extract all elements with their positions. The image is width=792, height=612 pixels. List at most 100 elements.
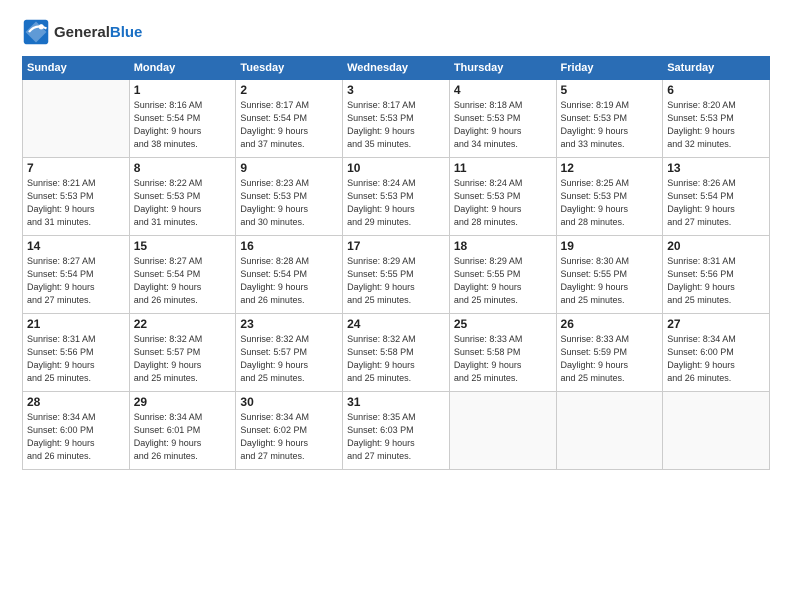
day-info: Sunrise: 8:32 AM Sunset: 5:57 PM Dayligh… [240,333,338,385]
day-number: 21 [27,317,125,331]
day-number: 20 [667,239,765,253]
day-number: 1 [134,83,232,97]
calendar-cell: 17 Sunrise: 8:29 AM Sunset: 5:55 PM Dayli… [343,236,450,314]
calendar-cell: 13 Sunrise: 8:26 AM Sunset: 5:54 PM Dayli… [663,158,770,236]
day-info: Sunrise: 8:35 AM Sunset: 6:03 PM Dayligh… [347,411,445,463]
day-number: 25 [454,317,552,331]
day-number: 18 [454,239,552,253]
calendar-cell: 23 Sunrise: 8:32 AM Sunset: 5:57 PM Dayli… [236,314,343,392]
day-number: 14 [27,239,125,253]
calendar-cell: 27 Sunrise: 8:34 AM Sunset: 6:00 PM Dayli… [663,314,770,392]
calendar-cell: 24 Sunrise: 8:32 AM Sunset: 5:58 PM Dayli… [343,314,450,392]
day-info: Sunrise: 8:25 AM Sunset: 5:53 PM Dayligh… [561,177,659,229]
day-number: 12 [561,161,659,175]
calendar-cell: 21 Sunrise: 8:31 AM Sunset: 5:56 PM Dayli… [23,314,130,392]
day-info: Sunrise: 8:31 AM Sunset: 5:56 PM Dayligh… [667,255,765,307]
calendar-cell: 2Sunrise: 8:17 AM Sunset: 5:54 PM Daylig… [236,80,343,158]
day-info: Sunrise: 8:24 AM Sunset: 5:53 PM Dayligh… [347,177,445,229]
calendar-cell [23,80,130,158]
day-info: Sunrise: 8:24 AM Sunset: 5:53 PM Dayligh… [454,177,552,229]
calendar-week-row: 7 Sunrise: 8:21 AM Sunset: 5:53 PM Daylig… [23,158,770,236]
day-info: Sunrise: 8:30 AM Sunset: 5:55 PM Dayligh… [561,255,659,307]
day-number: 30 [240,395,338,409]
calendar-cell: 30Sunrise: 8:34 AM Sunset: 6:02 PM Dayli… [236,392,343,470]
calendar-week-row: 1 Sunrise: 8:16 AM Sunset: 5:54 PM Daylig… [23,80,770,158]
day-info: Sunrise: 8:32 AM Sunset: 5:57 PM Dayligh… [134,333,232,385]
day-number: 13 [667,161,765,175]
day-number: 10 [347,161,445,175]
day-info: Sunrise: 8:23 AM Sunset: 5:53 PM Dayligh… [240,177,338,229]
header: GeneralBlue [22,18,770,46]
day-number: 27 [667,317,765,331]
day-info: Sunrise: 8:33 AM Sunset: 5:59 PM Dayligh… [561,333,659,385]
day-number: 23 [240,317,338,331]
day-info: Sunrise: 8:19 AM Sunset: 5:53 PM Dayligh… [561,99,659,151]
day-info: Sunrise: 8:22 AM Sunset: 5:53 PM Dayligh… [134,177,232,229]
calendar-cell: 14 Sunrise: 8:27 AM Sunset: 5:54 PM Dayli… [23,236,130,314]
logo-text: GeneralBlue [54,24,142,41]
calendar-cell: 1 Sunrise: 8:16 AM Sunset: 5:54 PM Daylig… [129,80,236,158]
weekday-header: Monday [129,57,236,80]
day-number: 26 [561,317,659,331]
day-info: Sunrise: 8:21 AM Sunset: 5:53 PM Dayligh… [27,177,125,229]
calendar-cell: 26 Sunrise: 8:33 AM Sunset: 5:59 PM Dayli… [556,314,663,392]
calendar-cell: 11 Sunrise: 8:24 AM Sunset: 5:53 PM Dayli… [449,158,556,236]
day-number: 31 [347,395,445,409]
day-number: 22 [134,317,232,331]
calendar-cell: 29Sunrise: 8:34 AM Sunset: 6:01 PM Dayli… [129,392,236,470]
calendar-cell: 28Sunrise: 8:34 AM Sunset: 6:00 PM Dayli… [23,392,130,470]
day-number: 8 [134,161,232,175]
day-info: Sunrise: 8:29 AM Sunset: 5:55 PM Dayligh… [347,255,445,307]
calendar-cell: 15 Sunrise: 8:27 AM Sunset: 5:54 PM Dayli… [129,236,236,314]
day-number: 2 [240,83,338,97]
day-info: Sunrise: 8:27 AM Sunset: 5:54 PM Dayligh… [134,255,232,307]
calendar-cell: 9 Sunrise: 8:23 AM Sunset: 5:53 PM Daylig… [236,158,343,236]
weekday-header: Wednesday [343,57,450,80]
day-number: 15 [134,239,232,253]
calendar-cell: 5 Sunrise: 8:19 AM Sunset: 5:53 PM Daylig… [556,80,663,158]
calendar-cell: 31 Sunrise: 8:35 AM Sunset: 6:03 PM Dayli… [343,392,450,470]
day-number: 17 [347,239,445,253]
day-number: 5 [561,83,659,97]
day-info: Sunrise: 8:26 AM Sunset: 5:54 PM Dayligh… [667,177,765,229]
weekday-header: Saturday [663,57,770,80]
day-info: Sunrise: 8:29 AM Sunset: 5:55 PM Dayligh… [454,255,552,307]
calendar-cell: 10 Sunrise: 8:24 AM Sunset: 5:53 PM Dayli… [343,158,450,236]
calendar-cell: 6Sunrise: 8:20 AM Sunset: 5:53 PM Daylig… [663,80,770,158]
day-number: 11 [454,161,552,175]
calendar-cell [556,392,663,470]
logo: GeneralBlue [22,18,142,46]
calendar-cell: 19Sunrise: 8:30 AM Sunset: 5:55 PM Dayli… [556,236,663,314]
calendar-cell: 3Sunrise: 8:17 AM Sunset: 5:53 PM Daylig… [343,80,450,158]
day-info: Sunrise: 8:31 AM Sunset: 5:56 PM Dayligh… [27,333,125,385]
day-number: 28 [27,395,125,409]
weekday-header-row: SundayMondayTuesdayWednesdayThursdayFrid… [23,57,770,80]
calendar-cell: 20 Sunrise: 8:31 AM Sunset: 5:56 PM Dayli… [663,236,770,314]
day-number: 9 [240,161,338,175]
day-number: 4 [454,83,552,97]
calendar-week-row: 21 Sunrise: 8:31 AM Sunset: 5:56 PM Dayli… [23,314,770,392]
weekday-header: Tuesday [236,57,343,80]
day-info: Sunrise: 8:34 AM Sunset: 6:00 PM Dayligh… [667,333,765,385]
day-info: Sunrise: 8:16 AM Sunset: 5:54 PM Dayligh… [134,99,232,151]
calendar-cell: 25Sunrise: 8:33 AM Sunset: 5:58 PM Dayli… [449,314,556,392]
day-number: 16 [240,239,338,253]
weekday-header: Friday [556,57,663,80]
day-info: Sunrise: 8:34 AM Sunset: 6:01 PM Dayligh… [134,411,232,463]
page: GeneralBlue SundayMondayTuesdayWednesday… [0,0,792,612]
day-info: Sunrise: 8:32 AM Sunset: 5:58 PM Dayligh… [347,333,445,385]
day-number: 24 [347,317,445,331]
calendar-cell: 8 Sunrise: 8:22 AM Sunset: 5:53 PM Daylig… [129,158,236,236]
calendar-week-row: 14 Sunrise: 8:27 AM Sunset: 5:54 PM Dayli… [23,236,770,314]
day-info: Sunrise: 8:28 AM Sunset: 5:54 PM Dayligh… [240,255,338,307]
calendar-cell [449,392,556,470]
calendar-table: SundayMondayTuesdayWednesdayThursdayFrid… [22,56,770,470]
calendar-cell: 16 Sunrise: 8:28 AM Sunset: 5:54 PM Dayli… [236,236,343,314]
logo-icon [22,18,50,46]
calendar-cell: 12 Sunrise: 8:25 AM Sunset: 5:53 PM Dayli… [556,158,663,236]
calendar-cell: 22 Sunrise: 8:32 AM Sunset: 5:57 PM Dayli… [129,314,236,392]
calendar-cell: 4Sunrise: 8:18 AM Sunset: 5:53 PM Daylig… [449,80,556,158]
day-info: Sunrise: 8:27 AM Sunset: 5:54 PM Dayligh… [27,255,125,307]
calendar-cell [663,392,770,470]
day-number: 7 [27,161,125,175]
